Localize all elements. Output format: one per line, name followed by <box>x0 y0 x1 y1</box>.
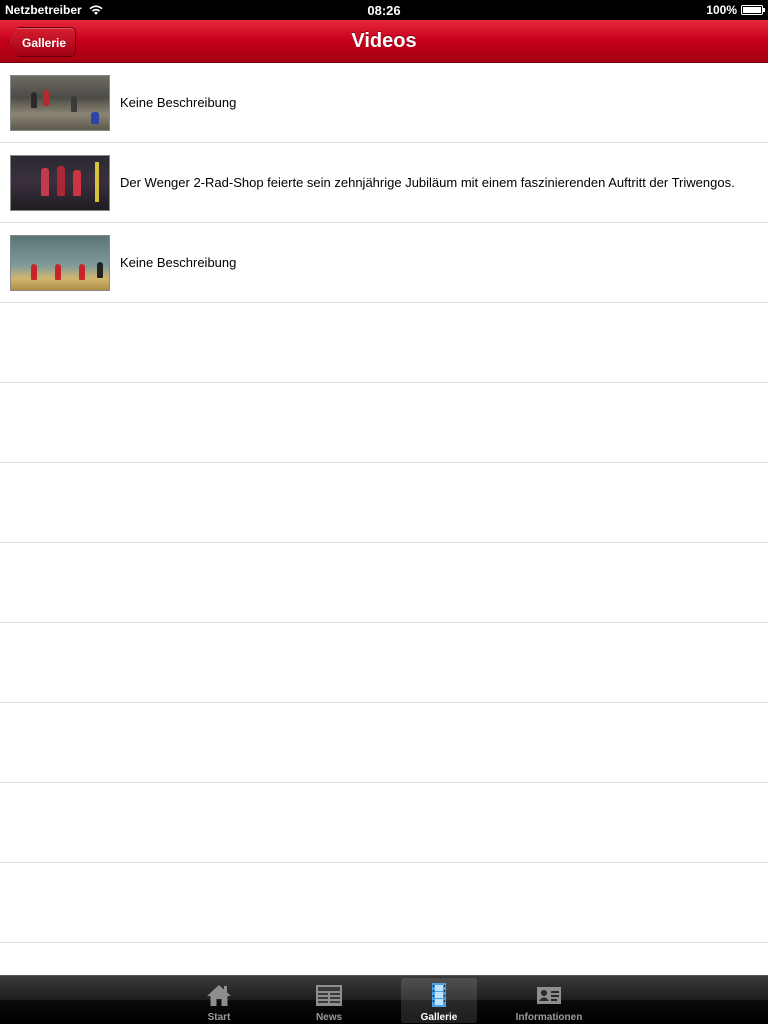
newspaper-icon <box>316 985 342 1006</box>
empty-row <box>0 543 768 623</box>
video-thumbnail-icon <box>10 234 110 291</box>
tab-informationen[interactable]: Informationen <box>511 978 587 1023</box>
tab-label: Gallerie <box>420 1012 458 1023</box>
contact-card-icon <box>537 987 561 1004</box>
tab-gallerie[interactable]: Gallerie <box>401 978 477 1023</box>
video-thumbnail-icon <box>10 74 110 131</box>
tab-label: News <box>315 1012 343 1023</box>
home-icon <box>207 985 231 1006</box>
tab-start[interactable]: Start <box>181 978 257 1023</box>
empty-row <box>0 783 768 863</box>
empty-row <box>0 303 768 383</box>
empty-row <box>0 383 768 463</box>
back-button[interactable]: Gallerie <box>8 27 77 57</box>
film-icon <box>432 983 446 1007</box>
video-row[interactable]: Keine Beschreibung <box>0 63 768 143</box>
tab-label: Start <box>207 1012 231 1023</box>
video-row[interactable]: Der Wenger 2-Rad-Shop feierte sein zehnj… <box>0 143 768 223</box>
tab-label: Informationen <box>515 1012 583 1023</box>
page-title: Videos <box>351 30 417 52</box>
video-list[interactable]: Keine Beschreibung Der Wenger 2-Rad-Shop… <box>0 63 768 975</box>
empty-row <box>0 943 768 975</box>
empty-row <box>0 463 768 543</box>
video-description: Der Wenger 2-Rad-Shop feierte sein zehnj… <box>120 174 735 190</box>
empty-row <box>0 703 768 783</box>
empty-row <box>0 623 768 703</box>
battery-fill <box>743 7 761 13</box>
battery-percent: 100% <box>706 3 737 17</box>
status-bar: Netzbetreiber 08:26 100% <box>0 0 768 20</box>
tab-news[interactable]: News <box>291 978 367 1023</box>
navigation-bar: Videos Gallerie <box>0 20 768 63</box>
video-thumbnail-icon <box>10 154 110 211</box>
battery-icon <box>741 5 765 15</box>
video-description: Keine Beschreibung <box>120 254 237 270</box>
video-description: Keine Beschreibung <box>120 94 237 110</box>
video-row[interactable]: Keine Beschreibung <box>0 223 768 303</box>
empty-row <box>0 863 768 943</box>
clock: 08:26 <box>367 3 401 18</box>
tab-bar: Start News Gallerie Informationen <box>0 975 768 1024</box>
